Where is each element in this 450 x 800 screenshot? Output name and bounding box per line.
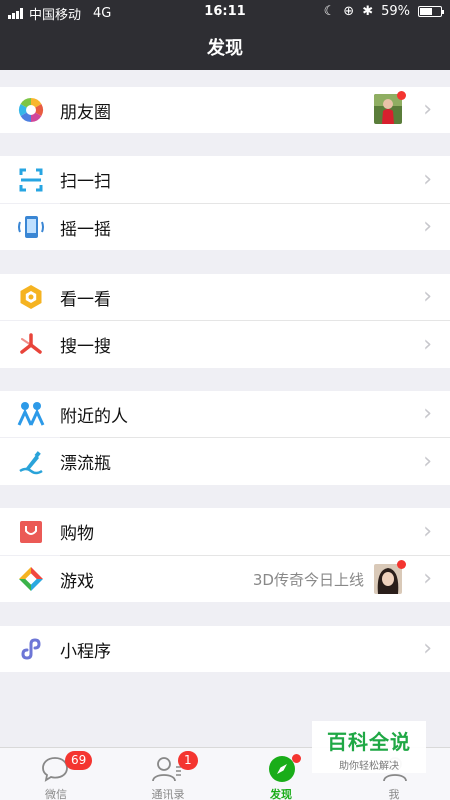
moments-new-dot — [397, 91, 406, 100]
shake-label: 摇一摇 — [60, 219, 111, 240]
chevron-right-icon: › — [423, 636, 432, 661]
games-icon — [17, 565, 45, 593]
list-item-look[interactable]: 看一看 › — [0, 274, 450, 320]
status-bar: 中国移动 4G 16:11 ☾ ⊕ ✱ 59% — [0, 0, 450, 24]
nav-bar: 发现 — [0, 24, 450, 70]
look-icon — [17, 283, 45, 311]
battery-percent: 59% — [381, 4, 410, 19]
chevron-right-icon: › — [423, 566, 432, 591]
scan-icon — [17, 166, 45, 194]
nearby-people-icon — [17, 400, 45, 428]
shopping-icon — [17, 518, 45, 546]
watermark: 百科全说 助你轻松解决 — [312, 721, 426, 773]
chevron-right-icon: › — [423, 331, 432, 357]
page-title: 发现 — [207, 38, 243, 59]
list-item-shake[interactable]: 摇一摇 › — [0, 204, 450, 250]
tab-me-label: 我 — [388, 788, 400, 800]
games-new-dot — [397, 560, 406, 569]
games-promo-text: 3D传奇今日上线 — [252, 570, 364, 589]
tab-contacts-label: 通讯录 — [151, 788, 185, 800]
watermark-title: 百科全说 — [327, 730, 411, 754]
chevron-right-icon: › — [423, 284, 432, 309]
list-item-scan[interactable]: 扫一扫 › — [0, 156, 450, 203]
games-label: 游戏 — [60, 571, 94, 592]
bluetooth-icon: ✱ — [362, 4, 374, 19]
moments-label: 朋友圈 — [60, 102, 111, 123]
chevron-right-icon: › — [423, 214, 432, 239]
search-label: 搜一搜 — [60, 337, 111, 357]
contacts-badge: 1 — [178, 751, 198, 770]
watermark-subtitle: 助你轻松解决 — [339, 761, 399, 772]
scan-label: 扫一扫 — [60, 172, 111, 192]
list-item-mini-program[interactable]: 小程序 › — [0, 626, 450, 672]
shopping-label: 购物 — [60, 524, 94, 544]
list-item-search[interactable]: 搜一搜 › — [0, 321, 450, 368]
mini-program-label: 小程序 — [60, 641, 111, 662]
moments-icon — [17, 96, 45, 124]
chevron-right-icon: › — [423, 97, 432, 122]
tab-contacts[interactable]: 1 通讯录 — [112, 748, 224, 800]
discover-new-dot — [292, 754, 301, 763]
look-label: 看一看 — [60, 289, 111, 310]
tab-chats[interactable]: 69 微信 — [0, 748, 112, 800]
list-item-bottle[interactable]: 漂流瓶 › — [0, 438, 450, 485]
chevron-right-icon: › — [423, 518, 432, 544]
battery-icon — [418, 6, 444, 17]
nearby-label: 附近的人 — [60, 406, 128, 427]
chats-unread-badge: 69 — [65, 751, 93, 770]
list-item-nearby[interactable]: 附近的人 › — [0, 391, 450, 437]
chevron-right-icon: › — [423, 448, 432, 474]
list-item-moments[interactable]: 朋友圈 › — [0, 87, 450, 133]
list-item-shopping[interactable]: 购物 › — [0, 508, 450, 555]
tab-chats-label: 微信 — [45, 788, 67, 800]
tab-discover-label: 发现 — [270, 788, 292, 800]
drift-bottle-icon — [17, 448, 45, 476]
bottle-label: 漂流瓶 — [60, 454, 111, 474]
mini-program-icon — [17, 635, 45, 663]
chevron-right-icon: › — [423, 166, 432, 192]
search-icon — [17, 331, 45, 359]
games-thumbnail — [374, 564, 402, 594]
list-item-games[interactable]: 游戏 3D传奇今日上线 › — [0, 556, 450, 602]
shake-icon — [17, 213, 45, 241]
chevron-right-icon: › — [423, 401, 432, 426]
moon-icon: ☾ — [323, 4, 336, 19]
orientation-lock-icon: ⊕ — [343, 4, 355, 19]
